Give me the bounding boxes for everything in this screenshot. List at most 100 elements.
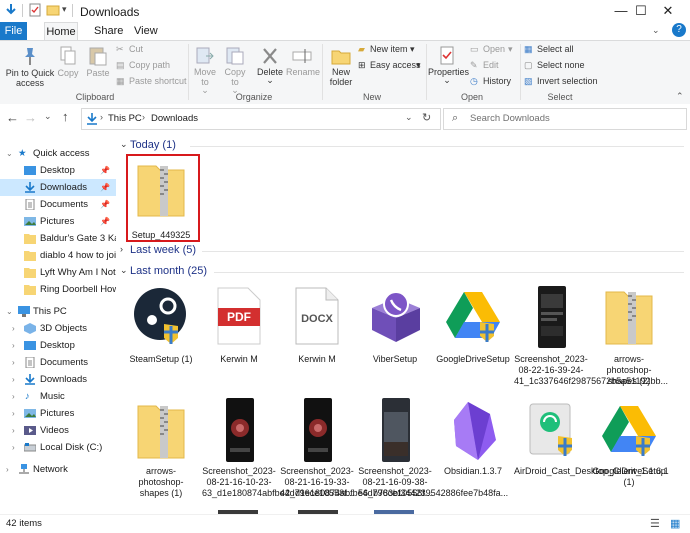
search-placeholder: Search Downloads bbox=[470, 113, 550, 124]
close-button[interactable]: ✕ bbox=[645, 0, 690, 22]
refresh-icon[interactable]: ↻ bbox=[422, 111, 431, 124]
forward-button[interactable]: → bbox=[24, 110, 37, 125]
nav-pc-downloads[interactable]: › Downloads bbox=[0, 371, 116, 388]
select-none-button[interactable]: ▢ Select none bbox=[524, 60, 604, 72]
tab-file[interactable]: File bbox=[0, 22, 27, 40]
history-button[interactable]: ◷ History bbox=[470, 76, 520, 88]
recent-locations-icon[interactable]: ⌄ bbox=[44, 111, 52, 122]
open-button[interactable]: ▭ Open ▾ bbox=[470, 44, 520, 56]
expand-ribbon-icon[interactable]: ⌄ bbox=[652, 25, 660, 36]
copy-path-button[interactable]: ▤ Copy path bbox=[116, 60, 186, 72]
breadcrumb-this-pc[interactable]: This PC bbox=[108, 113, 142, 124]
pin-to-quick-access-button[interactable]: Pin to Quick access bbox=[4, 45, 56, 88]
computer-icon bbox=[18, 306, 30, 317]
rename-button[interactable]: Rename bbox=[286, 45, 321, 77]
viber-installer-icon bbox=[372, 291, 420, 342]
file-name: GoogleDriveSetup (1) bbox=[592, 466, 666, 487]
group-header-today[interactable]: Today (1) bbox=[130, 139, 176, 151]
nav-label: Downloads bbox=[40, 182, 87, 193]
cut-button[interactable]: ✂ Cut bbox=[116, 44, 186, 56]
pictures-icon bbox=[24, 409, 36, 418]
collapse-ribbon-icon[interactable]: ⌃ bbox=[676, 91, 684, 102]
pdf-label: PDF bbox=[227, 310, 251, 324]
help-icon[interactable]: ? bbox=[672, 23, 686, 37]
breadcrumb-separator: › bbox=[142, 112, 145, 122]
address-dropdown-icon[interactable]: ⌄ bbox=[405, 112, 413, 123]
new-folder-icon[interactable] bbox=[46, 3, 60, 17]
nav-folder-ring[interactable]: Ring Doorbell How bbox=[0, 281, 116, 298]
edit-button[interactable]: ✎ Edit bbox=[470, 60, 520, 72]
group-header-last-week[interactable]: Last week (5) bbox=[130, 244, 196, 256]
nav-pictures[interactable]: Pictures 📌 bbox=[0, 213, 116, 230]
back-button[interactable]: ← bbox=[6, 110, 19, 125]
organize-group-label: Organize bbox=[235, 92, 273, 102]
rename-label: Rename bbox=[286, 67, 321, 77]
new-folder-button[interactable]: New folder bbox=[326, 45, 356, 87]
down-arrow-icon[interactable] bbox=[4, 3, 18, 17]
chevron-right-icon[interactable]: › bbox=[120, 244, 123, 254]
nav-pc-pictures[interactable]: › Pictures bbox=[0, 405, 116, 422]
tab-home[interactable]: Home bbox=[44, 22, 78, 41]
nav-pc-desktop[interactable]: › Desktop bbox=[0, 337, 116, 354]
pin-icon: 📌 bbox=[100, 183, 110, 192]
select-all-icon: ▦ bbox=[524, 44, 533, 54]
divider bbox=[322, 44, 323, 100]
chevron-down-icon[interactable]: ⌄ bbox=[120, 265, 128, 276]
properties-icon bbox=[440, 46, 454, 65]
tab-view[interactable]: View bbox=[124, 22, 168, 40]
select-all-button[interactable]: ▦ Select all bbox=[524, 44, 604, 56]
drive-icon bbox=[24, 443, 36, 452]
zip-folder-icon bbox=[137, 405, 185, 459]
this-pc[interactable]: ⌄ This PC bbox=[0, 303, 116, 320]
large-icons-view-icon[interactable]: ▦ bbox=[670, 517, 680, 530]
nav-folder-baldurs-gate[interactable]: Baldur's Gate 3 Karl bbox=[0, 230, 116, 247]
up-button[interactable]: ↑ bbox=[62, 109, 69, 124]
network[interactable]: › Network bbox=[0, 461, 116, 478]
nav-documents[interactable]: Documents 📌 bbox=[0, 196, 116, 213]
screenshot-thumbnail bbox=[538, 286, 566, 348]
nav-music[interactable]: › ♪ Music bbox=[0, 388, 116, 405]
open-group-label: Open bbox=[460, 92, 484, 102]
new-item-button[interactable]: ▰ New item ▾ bbox=[358, 44, 422, 56]
file-name: Screenshot_2023-08-21-16-19-33-42_d1e180… bbox=[280, 466, 433, 498]
nav-pc-documents[interactable]: › Documents bbox=[0, 354, 116, 371]
quick-access[interactable]: ⌄ ★ Quick access bbox=[0, 145, 116, 162]
breadcrumb-downloads[interactable]: Downloads bbox=[151, 113, 198, 124]
chevron-down-icon[interactable]: ⌄ bbox=[120, 139, 128, 150]
details-view-icon[interactable]: ☰ bbox=[650, 517, 660, 530]
nav-desktop[interactable]: Desktop 📌 bbox=[0, 162, 116, 179]
properties-icon[interactable] bbox=[28, 3, 42, 17]
file-name: ViberSetup bbox=[372, 354, 418, 364]
copy-to-icon bbox=[226, 47, 244, 65]
chevron-right-icon: › bbox=[12, 358, 15, 367]
properties-button[interactable]: Properties ⌄ bbox=[428, 45, 469, 85]
nav-videos[interactable]: › Videos bbox=[0, 422, 116, 439]
move-to-button[interactable]: Move to ⌄ bbox=[192, 45, 218, 95]
divider bbox=[214, 272, 684, 273]
nav-folder-diablo[interactable]: diablo 4 how to joir bbox=[0, 247, 116, 264]
open-icon: ▭ bbox=[470, 44, 479, 54]
copy-path-label: Copy path bbox=[129, 60, 171, 70]
nav-folder-lyft[interactable]: Lyft Why Am I Not G bbox=[0, 264, 116, 281]
nav-3d-objects[interactable]: › 3D Objects bbox=[0, 320, 116, 337]
music-icon: ♪ bbox=[25, 391, 30, 402]
paste-shortcut-button[interactable]: ▦ Paste shortcut bbox=[116, 76, 188, 88]
easy-access-button[interactable]: ⊞ Easy access ▾ bbox=[358, 60, 426, 72]
paste-button[interactable]: Paste bbox=[84, 45, 112, 78]
invert-selection-button[interactable]: ▧ Invert selection bbox=[524, 76, 608, 88]
videos-icon bbox=[24, 426, 36, 435]
search-input[interactable]: ⌕ Search Downloads bbox=[443, 108, 687, 130]
downloads-icon bbox=[25, 182, 35, 193]
nav-downloads[interactable]: Downloads 📌 bbox=[0, 179, 116, 196]
nav-label: Baldur's Gate 3 Karl bbox=[40, 233, 116, 244]
delete-button[interactable]: Delete ⌄ bbox=[256, 45, 284, 85]
copy-to-button[interactable]: Copy to ⌄ bbox=[222, 45, 248, 95]
address-bar[interactable]: › This PC › Downloads ⌄ ↻ bbox=[81, 108, 441, 130]
customize-toolbar-icon[interactable]: ▾ bbox=[62, 4, 67, 15]
copy-button[interactable]: Copy bbox=[56, 45, 80, 78]
delete-icon bbox=[263, 48, 277, 64]
group-header-last-month[interactable]: Last month (25) bbox=[130, 265, 207, 277]
nav-local-disk[interactable]: › Local Disk (C:) bbox=[0, 439, 116, 456]
pin-icon bbox=[25, 48, 35, 65]
file-name: arrows-photoshop-shapes (2) bbox=[606, 354, 652, 386]
